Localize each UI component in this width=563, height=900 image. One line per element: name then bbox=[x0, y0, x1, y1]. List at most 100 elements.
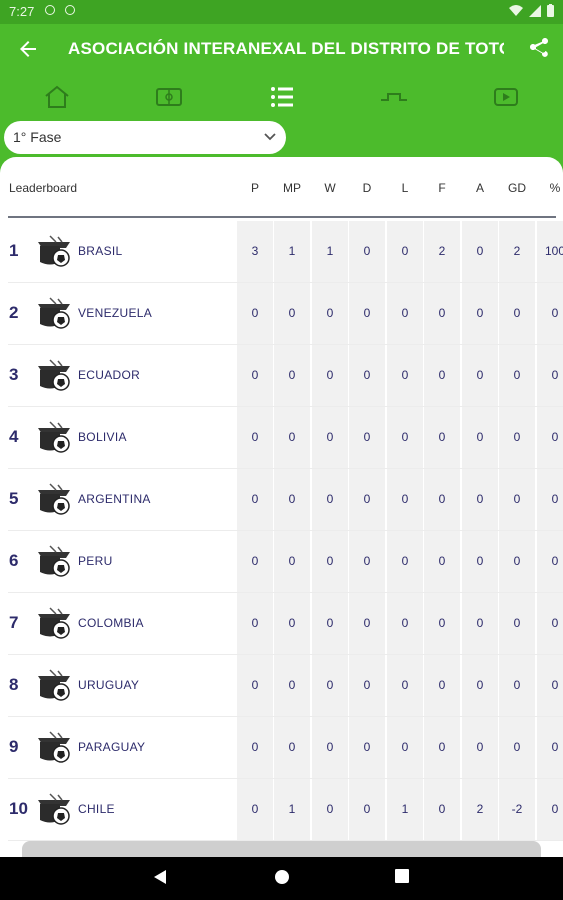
stat-cell: 1 bbox=[401, 802, 409, 816]
table-row[interactable]: 1 BRASIL 3 1 1 0 0 2 0 2 100 bbox=[0, 221, 563, 283]
stat-cell: 0 bbox=[476, 368, 484, 382]
stat-cell: 0 bbox=[288, 740, 296, 754]
tab-field[interactable] bbox=[155, 84, 183, 110]
stat-cell: 0 bbox=[251, 492, 259, 506]
row-position: 1 bbox=[9, 241, 19, 260]
header-divider bbox=[8, 216, 556, 218]
table-row[interactable]: 9 PARAGUAY 0 0 0 0 0 0 0 0 0 bbox=[0, 717, 563, 779]
stat-cell: 3 bbox=[251, 244, 259, 258]
stat-cell: 0 bbox=[363, 244, 371, 258]
team-name: BRASIL bbox=[78, 244, 123, 258]
stat-cell: 0 bbox=[251, 430, 259, 444]
stat-cell: 0 bbox=[288, 306, 296, 320]
stat-cell: 0 bbox=[513, 740, 521, 754]
stat-cell: 0 bbox=[288, 492, 296, 506]
stat-cell: -2 bbox=[511, 802, 523, 816]
stat-cell: 0 bbox=[401, 616, 409, 630]
stat-cell: 0 bbox=[326, 616, 334, 630]
stat-cell: 0 bbox=[326, 554, 334, 568]
stat-cell: 0 bbox=[513, 306, 521, 320]
status-time: 7:27 bbox=[9, 4, 35, 19]
stat-cell: 0 bbox=[288, 554, 296, 568]
stat-cell: 0 bbox=[476, 430, 484, 444]
row-position: 9 bbox=[9, 737, 19, 756]
stat-cell: 0 bbox=[513, 368, 521, 382]
team-logo-icon bbox=[38, 235, 70, 267]
nav-back-icon[interactable] bbox=[153, 869, 167, 885]
stat-cell: 0 bbox=[476, 616, 484, 630]
stat-cell: 0 bbox=[251, 802, 259, 816]
notification-icon-2 bbox=[65, 5, 75, 15]
team-logo-icon bbox=[38, 297, 70, 329]
leaderboard-label: Leaderboard bbox=[9, 181, 78, 195]
nav-home-icon[interactable] bbox=[274, 869, 290, 885]
stat-cell: 2 bbox=[438, 244, 446, 258]
app-bar: ASOCIACIÓN INTERANEXAL DEL DISTRITO DE T… bbox=[0, 24, 563, 76]
tab-video[interactable] bbox=[492, 84, 520, 110]
stat-cell: 0 bbox=[401, 368, 409, 382]
stat-cell: 0 bbox=[363, 430, 371, 444]
stat-cell: 0 bbox=[363, 678, 371, 692]
stat-cell: 0 bbox=[326, 802, 334, 816]
column-header: GD bbox=[508, 181, 526, 195]
phase-dropdown-value: 1° Fase bbox=[13, 129, 62, 145]
row-position: 2 bbox=[9, 303, 19, 322]
team-name: BOLIVIA bbox=[78, 430, 127, 444]
table-row[interactable]: 7 COLOMBIA 0 0 0 0 0 0 0 0 0 bbox=[0, 593, 563, 655]
page-title: ASOCIACIÓN INTERANEXAL DEL DISTRITO DE T… bbox=[68, 39, 504, 58]
stat-cell: 0 bbox=[438, 430, 446, 444]
stat-cell: 0 bbox=[476, 244, 484, 258]
stat-cell: 0 bbox=[363, 740, 371, 754]
row-position: 10 bbox=[9, 799, 28, 818]
team-name: PARAGUAY bbox=[78, 740, 146, 754]
stat-cell: 0 bbox=[438, 740, 446, 754]
stat-cell: 0 bbox=[401, 244, 409, 258]
team-name: ECUADOR bbox=[78, 368, 141, 382]
stat-cell: 0 bbox=[551, 554, 559, 568]
column-header: F bbox=[438, 181, 446, 195]
row-position: 3 bbox=[9, 365, 19, 384]
stat-cell: 2 bbox=[513, 244, 521, 258]
stat-cell: 0 bbox=[363, 616, 371, 630]
team-logo-icon bbox=[38, 607, 70, 639]
tab-standings[interactable] bbox=[268, 84, 296, 110]
stat-cell: 0 bbox=[551, 368, 559, 382]
stat-cell: 0 bbox=[288, 616, 296, 630]
table-row[interactable]: 6 PERU 0 0 0 0 0 0 0 0 0 bbox=[0, 531, 563, 593]
table-row[interactable]: 5 ARGENTINA 0 0 0 0 0 0 0 0 0 bbox=[0, 469, 563, 531]
stat-cell: 0 bbox=[326, 430, 334, 444]
tab-home[interactable] bbox=[43, 84, 71, 110]
stat-cell: 0 bbox=[251, 678, 259, 692]
team-logo-icon bbox=[38, 545, 70, 577]
tab-bracket[interactable] bbox=[380, 84, 408, 110]
stat-cell: 0 bbox=[438, 802, 446, 816]
stat-cell: 0 bbox=[438, 368, 446, 382]
table-row[interactable]: 3 ECUADOR 0 0 0 0 0 0 0 0 0 bbox=[0, 345, 563, 407]
column-header: MP bbox=[283, 181, 301, 195]
stat-cell: 0 bbox=[288, 430, 296, 444]
phase-dropdown[interactable]: 1° Fase bbox=[4, 121, 286, 154]
table-row[interactable]: 4 BOLIVIA 0 0 0 0 0 0 0 0 0 bbox=[0, 407, 563, 469]
row-position: 8 bbox=[9, 675, 19, 694]
nav-recents-icon[interactable] bbox=[395, 869, 409, 883]
stat-cell: 0 bbox=[513, 554, 521, 568]
stat-cell: 0 bbox=[251, 740, 259, 754]
back-arrow-icon[interactable] bbox=[16, 37, 40, 61]
stat-cell: 0 bbox=[401, 678, 409, 692]
stat-cell: 0 bbox=[251, 306, 259, 320]
system-nav-bar bbox=[0, 857, 563, 900]
stat-cell: 0 bbox=[476, 740, 484, 754]
stat-cell: 1 bbox=[326, 244, 334, 258]
table-row[interactable]: 2 VENEZUELA 0 0 0 0 0 0 0 0 0 bbox=[0, 283, 563, 345]
home-icon bbox=[45, 85, 69, 108]
table-row[interactable]: 10 CHILE 0 1 0 0 1 0 2 -2 0 bbox=[0, 779, 563, 841]
stat-cell: 0 bbox=[438, 554, 446, 568]
stat-cell: 0 bbox=[326, 678, 334, 692]
list-icon bbox=[271, 87, 293, 107]
share-icon[interactable] bbox=[527, 36, 551, 60]
team-name: ARGENTINA bbox=[78, 492, 151, 506]
team-name: COLOMBIA bbox=[78, 616, 144, 630]
horizontal-scrollbar[interactable] bbox=[22, 841, 541, 857]
row-position: 6 bbox=[9, 551, 19, 570]
table-row[interactable]: 8 URUGUAY 0 0 0 0 0 0 0 0 0 bbox=[0, 655, 563, 717]
